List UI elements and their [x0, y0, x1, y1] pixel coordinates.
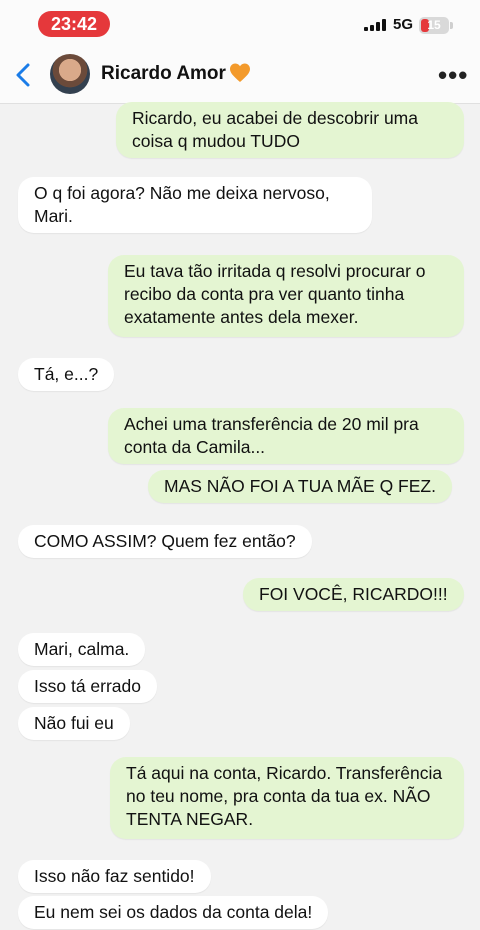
message-incoming[interactable]: O q foi agora? Não me deixa nervoso, Mar… [18, 177, 372, 233]
message-outgoing[interactable]: FOI VOCÊ, RICARDO!!! [243, 578, 464, 611]
battery-level: 15 [427, 18, 441, 32]
message-outgoing[interactable]: Achei uma transferência de 20 mil pra co… [108, 408, 464, 464]
message-incoming[interactable]: Isso não faz sentido! [18, 860, 211, 893]
more-dots-icon[interactable]: ••• [438, 62, 468, 88]
message-outgoing[interactable]: Ricardo, eu acabei de descobrir uma cois… [116, 102, 464, 158]
contact-name[interactable]: Ricardo Amor [101, 63, 226, 85]
network-type: 5G [393, 16, 414, 33]
message-outgoing[interactable]: MAS NÃO FOI A TUA MÃE Q FEZ. [148, 470, 452, 503]
battery-tip [450, 22, 453, 29]
avatar[interactable] [50, 54, 90, 94]
chevron-left-icon[interactable] [10, 60, 38, 90]
signal-icon [364, 19, 388, 31]
message-outgoing[interactable]: Eu tava tão irritada q resolvi procurar … [108, 255, 464, 337]
message-incoming[interactable]: Isso tá errado [18, 670, 157, 703]
status-bar: 23:42 5G 15 [0, 0, 480, 46]
orange-heart-icon [229, 62, 251, 84]
message-list: Ricardo, eu acabei de descobrir uma cois… [0, 102, 480, 930]
message-incoming[interactable]: Tá, e...? [18, 358, 115, 391]
chat-header: Ricardo Amor ••• [0, 46, 480, 104]
message-incoming[interactable]: Não fui eu [18, 707, 130, 740]
message-incoming[interactable]: COMO ASSIM? Quem fez então? [18, 525, 312, 558]
message-outgoing[interactable]: Tá aqui na conta, Ricardo. Transferência… [110, 757, 464, 839]
status-time: 23:42 [38, 11, 110, 37]
message-incoming[interactable]: Eu nem sei os dados da conta dela! [18, 896, 329, 929]
message-incoming[interactable]: Mari, calma. [18, 633, 146, 666]
battery-icon: 15 [419, 17, 449, 34]
